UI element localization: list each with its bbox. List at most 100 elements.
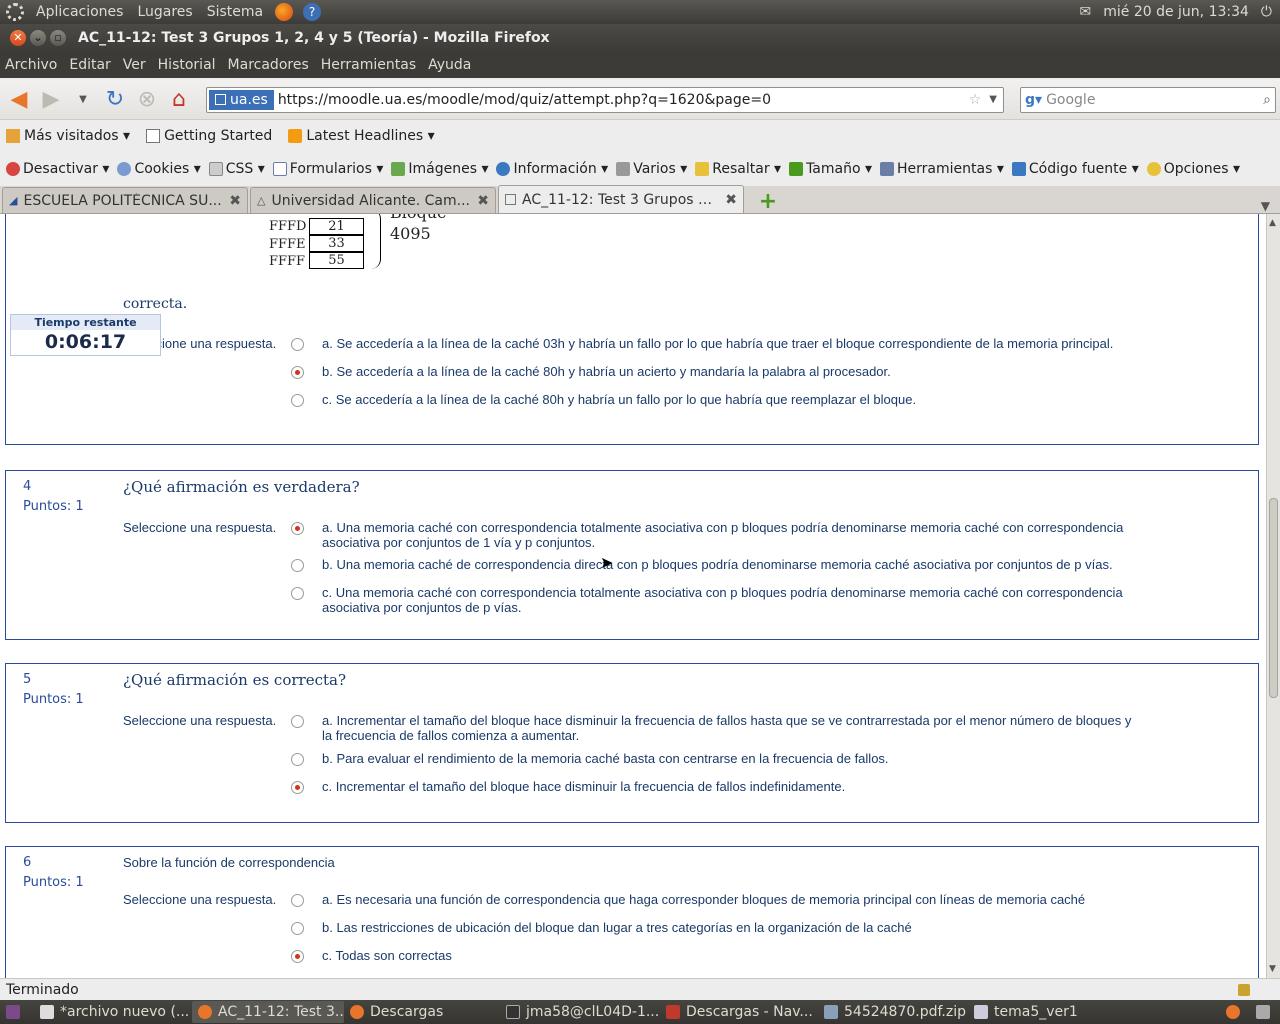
tab-close-icon[interactable]: ✖ (477, 193, 489, 209)
answer-option[interactable]: a. Es necesaria una función de correspon… (291, 892, 1142, 907)
answer-radio[interactable] (291, 559, 304, 572)
power-icon[interactable]: ⏻ (1261, 4, 1272, 20)
home-icon[interactable]: ⌂ (166, 87, 192, 113)
taskbar-item-zip[interactable]: 54524870.pdf.zip (818, 1001, 968, 1023)
dev-herramientas[interactable]: Herramientas ▾ (880, 161, 1004, 177)
menu-editar[interactable]: Editar (69, 57, 110, 73)
tab-close-icon[interactable]: ✖ (725, 192, 737, 208)
search-bar[interactable]: g▾ Google ⌕ (1020, 86, 1276, 113)
bookmark-mas-visitados[interactable]: Más visitados ▾ (6, 128, 130, 144)
firefox-icon (350, 1005, 364, 1019)
answer-option[interactable]: b. Para evaluar el rendimiento de la mem… (291, 751, 1142, 766)
stop-icon[interactable]: ⊗ (134, 87, 160, 113)
menu-lugares[interactable]: Lugares (135, 4, 194, 20)
answer-radio-selected[interactable] (291, 366, 304, 379)
answer-radio[interactable] (291, 753, 304, 766)
taskbar-item-editor[interactable]: *archivo nuevo (... (34, 1001, 192, 1023)
tab-escuela-politecnica[interactable]: ◢ ESCUELA POLITÉCNICA SU... ✖ (2, 187, 248, 213)
answer-radio[interactable] (291, 715, 304, 728)
dev-formularios[interactable]: Formularios ▾ (272, 161, 383, 177)
menu-sistema[interactable]: Sistema (205, 4, 265, 20)
answer-radio[interactable] (291, 587, 304, 600)
help-icon[interactable]: ? (303, 3, 322, 21)
answer-option[interactable]: a. Se accedería a la línea de la caché 0… (291, 336, 1142, 351)
answer-radio[interactable] (291, 394, 304, 407)
dev-varios[interactable]: Varios ▾ (616, 161, 687, 177)
answer-option[interactable]: c. Incrementar el tamaño del bloque hace… (291, 779, 1142, 794)
tab-list-dropdown-icon[interactable]: ▼ (1261, 199, 1270, 213)
answer-radio[interactable] (291, 922, 304, 935)
close-window-button[interactable]: ✕ (10, 30, 26, 46)
answer-option[interactable]: b. Las restricciones de ubicación del bl… (291, 920, 1142, 935)
tab-close-icon[interactable]: ✖ (229, 193, 241, 209)
url-bar[interactable]: ua.es https://moodle.ua.es/moodle/mod/qu… (206, 86, 1004, 113)
answer-radio[interactable] (291, 894, 304, 907)
menu-aplicaciones[interactable]: Aplicaciones (34, 4, 125, 20)
show-desktop-icon[interactable] (0, 1001, 34, 1023)
scrollbar-thumb[interactable] (1269, 498, 1278, 698)
window-titlebar[interactable]: ✕ ⌄ ▫ AC_11-12: Test 3 Grupos 1, 2, 4 y … (0, 24, 1280, 52)
bookmark-getting-started[interactable]: Getting Started (146, 128, 272, 144)
menu-herramientas[interactable]: Herramientas (321, 57, 416, 73)
answer-radio-selected[interactable] (291, 781, 304, 794)
dev-tamano[interactable]: Tamaño ▾ (789, 161, 872, 177)
scroll-down-arrow-icon[interactable]: ▼ (1269, 964, 1276, 974)
dev-desactivar[interactable]: Desactivar ▾ (6, 161, 109, 177)
maximize-window-button[interactable]: ▫ (50, 30, 66, 46)
search-input[interactable]: Google (1046, 92, 1263, 108)
back-arrow-icon[interactable]: ◀ (6, 87, 32, 113)
dev-imagenes[interactable]: Imágenes ▾ (391, 161, 488, 177)
answer-option[interactable]: c. Una memoria caché con correspondencia… (291, 585, 1142, 615)
answer-option[interactable]: c. Se accedería a la línea de la caché 8… (291, 392, 1142, 407)
mail-icon[interactable]: ✉ (1080, 4, 1092, 20)
vertical-scrollbar[interactable]: ▲ ▼ (1266, 214, 1280, 978)
dev-opciones[interactable]: Opciones ▾ (1146, 161, 1240, 177)
taskbar-item-file-browser[interactable]: Descargas - Nav... (660, 1001, 818, 1023)
question-text: ¿Qué afirmación es correcta? (123, 671, 346, 689)
scroll-up-arrow-icon[interactable]: ▲ (1269, 218, 1276, 228)
taskbar-item-firefox-test[interactable]: AC_11-12: Test 3... (192, 1001, 344, 1023)
menu-marcadores[interactable]: Marcadores (228, 57, 309, 73)
search-icon[interactable]: ⌕ (1263, 92, 1271, 108)
answer-option[interactable]: a. Incrementar el tamaño del bloque hace… (291, 713, 1142, 743)
answer-option[interactable]: a. Una memoria caché con correspondencia… (291, 520, 1142, 550)
ubuntu-logo-icon[interactable] (6, 3, 24, 21)
taskbar-item-descargas[interactable]: Descargas (344, 1001, 500, 1023)
dev-cookies[interactable]: Cookies ▾ (117, 161, 201, 177)
reload-icon[interactable]: ↻ (102, 87, 128, 113)
bookmark-latest-headlines[interactable]: Latest Headlines ▾ (288, 128, 435, 144)
history-dropdown-icon[interactable]: ▼ (70, 87, 96, 113)
menu-historial[interactable]: Historial (158, 57, 216, 73)
trash-icon[interactable] (1250, 1001, 1280, 1023)
clock[interactable]: mié 20 de jun, 13:34 (1103, 4, 1249, 20)
taskbar-item-tema5[interactable]: tema5_ver1 (968, 1001, 1120, 1023)
bookmark-star-icon[interactable]: ☆ (969, 92, 982, 108)
answer-option[interactable]: b. Se accedería a la línea de la caché 8… (291, 364, 1142, 379)
forward-arrow-icon[interactable]: ▶ (38, 87, 64, 113)
answer-radio-selected[interactable] (291, 950, 304, 963)
taskbar-item-terminal[interactable]: jma58@clL04D-1... (500, 1001, 660, 1023)
dev-informacion[interactable]: Información ▾ (496, 161, 608, 177)
url-text[interactable]: https://moodle.ua.es/moodle/mod/quiz/att… (278, 92, 969, 108)
menu-ver[interactable]: Ver (123, 57, 146, 73)
minimize-window-button[interactable]: ⌄ (30, 30, 46, 46)
tab-ac-test[interactable]: AC_11-12: Test 3 Grupos 1,... ✖ (498, 185, 744, 213)
menu-archivo[interactable]: Archivo (5, 57, 57, 73)
firefox-launcher-icon[interactable] (275, 3, 294, 21)
site-identity-badge[interactable]: ua.es (209, 89, 274, 110)
tab-universidad-alicante[interactable]: △ Universidad Alicante. Cam... ✖ (250, 187, 496, 213)
dev-css[interactable]: CSS ▾ (208, 161, 265, 177)
answer-radio[interactable] (291, 338, 304, 351)
google-engine-icon[interactable]: g▾ (1025, 92, 1042, 108)
wrench-icon (880, 162, 895, 176)
answer-option[interactable]: b. Una memoria caché de correspondencia … (291, 557, 1142, 572)
tray-firefox-icon[interactable] (1220, 1001, 1250, 1023)
url-dropdown-icon[interactable]: ▼ (989, 94, 997, 105)
dev-codigo-fuente[interactable]: Código fuente ▾ (1011, 161, 1139, 177)
secure-lock-icon[interactable] (1238, 983, 1250, 996)
dev-resaltar[interactable]: Resaltar ▾ (695, 161, 781, 177)
new-tab-plus-icon[interactable]: + (756, 189, 780, 214)
menu-ayuda[interactable]: Ayuda (428, 57, 471, 73)
answer-radio-selected[interactable] (291, 522, 304, 535)
answer-option[interactable]: c. Todas son correctas (291, 948, 1142, 963)
